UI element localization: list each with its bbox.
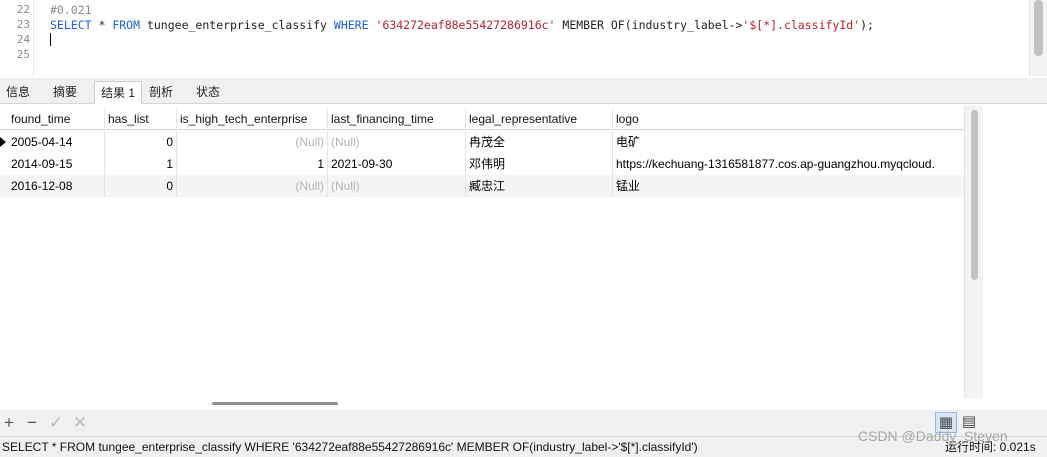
watermark: CSDN @Daddy_Steven bbox=[858, 428, 1008, 444]
code-token: '634272eaf88e55427286916c' bbox=[375, 18, 556, 32]
cell-is-high-tech-enterprise[interactable]: (Null) bbox=[177, 175, 328, 197]
cell-last-financing-time[interactable]: (Null) bbox=[328, 131, 466, 153]
editor-scrollbar[interactable] bbox=[1029, 0, 1047, 76]
grid-side-panel bbox=[983, 106, 1047, 398]
sql-editor[interactable]: 22 #0.021 23 SELECT * FROM tungee_enterpris… bbox=[0, 0, 1047, 76]
tab-info[interactable]: 信息 bbox=[0, 81, 36, 104]
code-line[interactable]: #0.021 bbox=[50, 3, 92, 17]
code-token: MEMBER OF(industry_label-> bbox=[555, 18, 743, 32]
cell-is-high-tech-enterprise[interactable]: 1 bbox=[177, 153, 328, 175]
cell-has-list[interactable]: 0 bbox=[105, 131, 177, 153]
grid-scrollbar-thumb[interactable] bbox=[971, 110, 978, 280]
code-line[interactable]: SELECT * FROM tungee_enterprise_classify… bbox=[50, 18, 874, 32]
cell-legal-representative[interactable]: 邓伟明 bbox=[466, 153, 613, 175]
cell-found-time[interactable]: 2016-12-08 bbox=[8, 175, 105, 197]
current-row-pointer-icon bbox=[0, 137, 6, 147]
cell-legal-representative[interactable]: 冉茂全 bbox=[466, 131, 613, 153]
line-number: 22 bbox=[16, 3, 30, 16]
cell-legal-representative[interactable]: 臧忠江 bbox=[466, 175, 613, 197]
column-header-is-high-tech-enterprise[interactable]: is_high_tech_enterprise bbox=[177, 108, 328, 130]
tab-result-1[interactable]: 结果 1 bbox=[94, 81, 143, 104]
code-token: ); bbox=[860, 18, 874, 32]
column-header-found-time[interactable]: found_time bbox=[8, 108, 105, 130]
result-grid[interactable]: found_time has_list is_high_tech_enterpr… bbox=[0, 106, 964, 398]
table-row[interactable]: 2016-12-08 0 (Null) (Null) 臧忠江 锰业 bbox=[0, 175, 964, 197]
line-number: 23 bbox=[16, 18, 30, 31]
cell-has-list[interactable]: 1 bbox=[105, 153, 177, 175]
cell-has-list[interactable]: 0 bbox=[105, 175, 177, 197]
table-row[interactable]: 2005-04-14 0 (Null) (Null) 冉茂全 电矿 bbox=[0, 131, 964, 153]
code-token: SELECT bbox=[50, 18, 92, 32]
code-token: tungee_enterprise_classify bbox=[140, 18, 334, 32]
table-row[interactable]: 2014-09-15 1 1 2021-09-30 邓伟明 https://ke… bbox=[0, 153, 964, 175]
code-token: FROM bbox=[112, 18, 141, 32]
grid-horizontal-scrollbar-thumb[interactable] bbox=[212, 402, 338, 405]
column-header-has-list[interactable]: has_list bbox=[105, 108, 177, 130]
column-header-last-financing-time[interactable]: last_financing_time bbox=[328, 108, 466, 130]
code-token: * bbox=[91, 18, 113, 32]
cell-logo[interactable]: https://kechuang-1316581877.cos.ap-guang… bbox=[613, 153, 964, 175]
editor-scrollbar-thumb[interactable] bbox=[1034, 0, 1043, 56]
cell-is-high-tech-enterprise[interactable]: (Null) bbox=[177, 131, 328, 153]
text-caret bbox=[50, 33, 51, 46]
code-token: WHERE bbox=[333, 18, 369, 32]
cell-logo[interactable]: 锰业 bbox=[613, 175, 964, 197]
line-number: 25 bbox=[16, 48, 30, 61]
code-token: #0.021 bbox=[50, 3, 92, 17]
cell-last-financing-time[interactable]: 2021-09-30 bbox=[328, 153, 466, 175]
delete-record-button[interactable]: − bbox=[23, 413, 41, 433]
cell-last-financing-time[interactable]: (Null) bbox=[328, 175, 466, 197]
result-tabs: 信息 摘要 结果 1 剖析 状态 bbox=[0, 78, 1047, 104]
grid-header-row: found_time has_list is_high_tech_enterpr… bbox=[0, 108, 964, 130]
cell-logo[interactable]: 电矿 bbox=[613, 131, 964, 153]
tab-status[interactable]: 状态 bbox=[190, 81, 226, 104]
cell-found-time[interactable]: 2005-04-14 bbox=[8, 131, 105, 153]
apply-changes-button[interactable]: ✓ bbox=[47, 413, 65, 433]
column-header-legal-representative[interactable]: legal_representative bbox=[466, 108, 613, 130]
tab-summary[interactable]: 摘要 bbox=[47, 81, 83, 104]
column-header-logo[interactable]: logo bbox=[613, 108, 964, 130]
add-record-button[interactable]: + bbox=[0, 413, 18, 433]
grid-vertical-scrollbar[interactable] bbox=[964, 106, 983, 398]
discard-changes-button[interactable]: ✕ bbox=[71, 413, 89, 433]
tab-profile[interactable]: 剖析 bbox=[143, 81, 179, 104]
line-number: 24 bbox=[16, 33, 30, 46]
code-token: '$[*].classifyId' bbox=[742, 18, 861, 32]
cell-found-time[interactable]: 2014-09-15 bbox=[8, 153, 105, 175]
status-query-text: SELECT * FROM tungee_enterprise_classify… bbox=[2, 440, 698, 454]
